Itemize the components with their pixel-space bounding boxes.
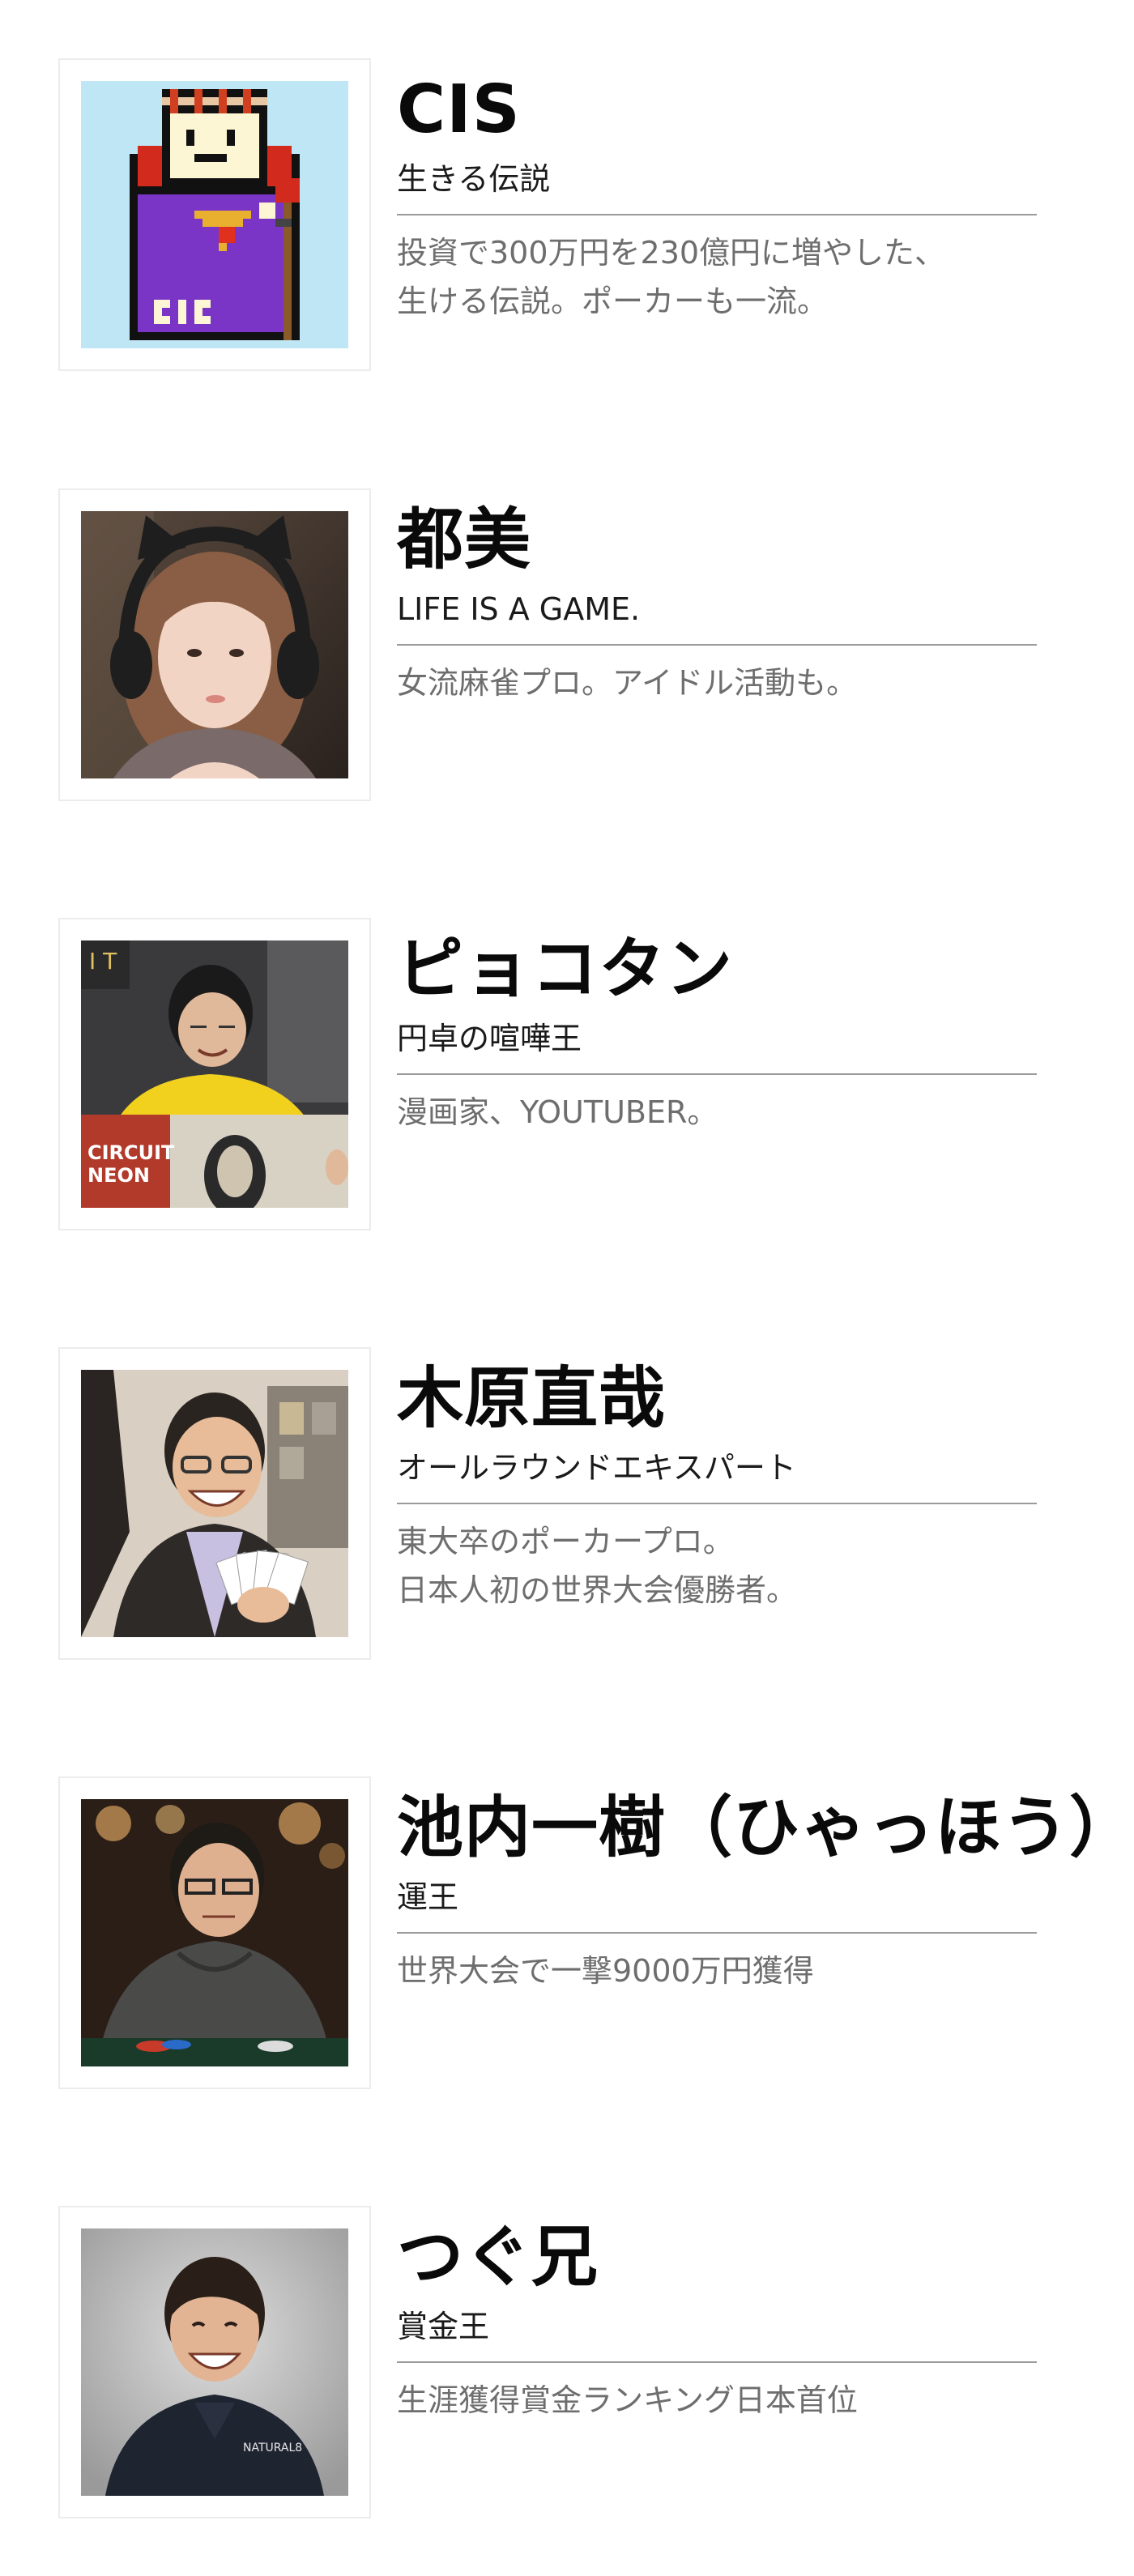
profile-card-tomi: 都美 LIFE IS A GAME. 女流麻雀プロ。アイドル活動も。 — [58, 488, 1111, 806]
description-line: 漫画家、YOUTUBER。 — [397, 1094, 718, 1130]
profile-description: 世界大会で一撃9000万円獲得 — [397, 1947, 1045, 1995]
profile-divider — [397, 214, 1037, 215]
profile-description: 東大卒のポーカープロ。 日本人初の世界大会優勝者。 — [397, 1517, 1045, 1614]
description-line: 東大卒のポーカープロ。 — [397, 1524, 734, 1559]
poster-text-neon: NEON — [87, 1164, 150, 1187]
profile-description: 女流麻雀プロ。アイドル活動も。 — [397, 659, 1045, 707]
profile-card-pyokotan: I T CIRCUIT NEON ピョコタン 円卓の喧嘩王 漫画家、YOUTUB… — [58, 918, 1111, 1235]
profile-card-ikeuchi: 池内一樹（ひゃっほう） 運王 世界大会で一撃9000万円獲得 — [58, 1776, 1134, 2094]
profile-title: オールラウンドエキスパート — [397, 1450, 796, 1486]
profile-photo-pyokotan: I T CIRCUIT NEON — [81, 940, 348, 1208]
poster-text-circuit: CIRCUIT — [87, 1141, 175, 1164]
profile-card-cis: CIS 生きる伝説 投資で300万円を230億円に増やした、 生ける伝説。ポーカ… — [58, 58, 1111, 376]
woman-portrait-photo — [81, 511, 348, 778]
profile-name: ピョコタン — [397, 931, 734, 1008]
profile-card-kihara: 木原直哉 オールラウンドエキスパート 東大卒のポーカープロ。 日本人初の世界大会… — [58, 1347, 1111, 1665]
profile-name: 池内一樹（ひゃっほう） — [397, 1789, 1134, 1866]
profile-divider — [397, 1503, 1037, 1504]
profile-photo-kihara — [81, 1370, 348, 1637]
description-line: 世界大会で一撃9000万円獲得 — [397, 1953, 814, 1989]
description-line: 生ける伝説。ポーカーも一流。 — [397, 284, 829, 319]
profile-name: つぐ兄 — [397, 2219, 599, 2296]
profile-divider — [397, 1932, 1037, 1934]
jacket-logo-text: NATURAL8 — [243, 2442, 302, 2454]
profile-title: 運王 — [397, 1879, 459, 1915]
profile-title: 賞金王 — [397, 2309, 490, 2344]
profile-card-tsugunii: NATURAL8 つぐ兄 賞金王 生涯獲得賞金ランキング日本首位 — [58, 2206, 1111, 2523]
profile-photo-frame: I T CIRCUIT NEON — [58, 918, 371, 1230]
profile-photo-frame — [58, 488, 371, 801]
profile-description: 生涯獲得賞金ランキング日本首位 — [397, 2376, 1045, 2425]
svg-text:I T: I T — [89, 948, 117, 975]
profile-photo-tomi — [81, 511, 348, 778]
profile-divider — [397, 644, 1037, 646]
profile-photo-frame: NATURAL8 — [58, 2206, 371, 2518]
profile-title: 生きる伝説 — [397, 161, 551, 197]
profile-photo-tsugunii: NATURAL8 — [81, 2228, 348, 2496]
description-line: 女流麻雀プロ。アイドル活動も。 — [397, 665, 858, 701]
profile-name: 都美 — [397, 501, 532, 578]
smiling-man-photo: NATURAL8 — [81, 2228, 348, 2496]
profile-name: CIS — [397, 71, 521, 148]
profile-photo-frame — [58, 1347, 371, 1660]
profile-list: CIS 生きる伝説 投資で300万円を230億円に増やした、 生ける伝説。ポーカ… — [0, 0, 1134, 2576]
profile-photo-frame — [58, 1776, 371, 2089]
man-holding-cards-photo — [81, 1370, 348, 1637]
profile-title: 円卓の喧嘩王 — [397, 1021, 582, 1056]
profile-name: 木原直哉 — [397, 1360, 667, 1437]
profile-photo-frame — [58, 58, 371, 371]
profile-title: LIFE IS A GAME. — [397, 591, 641, 627]
profile-description: 漫画家、YOUTUBER。 — [397, 1088, 1045, 1137]
profile-divider — [397, 1073, 1037, 1075]
profile-description: 投資で300万円を230億円に増やした、 生ける伝説。ポーカーも一流。 — [397, 228, 1045, 326]
description-line: 日本人初の世界大会優勝者。 — [397, 1572, 798, 1608]
profile-photo-ikeuchi — [81, 1799, 348, 2066]
description-line: 投資で300万円を230億円に増やした、 — [397, 235, 946, 271]
pixel-king-avatar — [81, 81, 348, 348]
profile-divider — [397, 2361, 1037, 2363]
man-with-poster-photo: I T CIRCUIT NEON — [81, 940, 348, 1208]
profile-photo-cis — [81, 81, 348, 348]
man-at-poker-table-photo — [81, 1799, 348, 2066]
description-line: 生涯獲得賞金ランキング日本首位 — [397, 2382, 858, 2418]
